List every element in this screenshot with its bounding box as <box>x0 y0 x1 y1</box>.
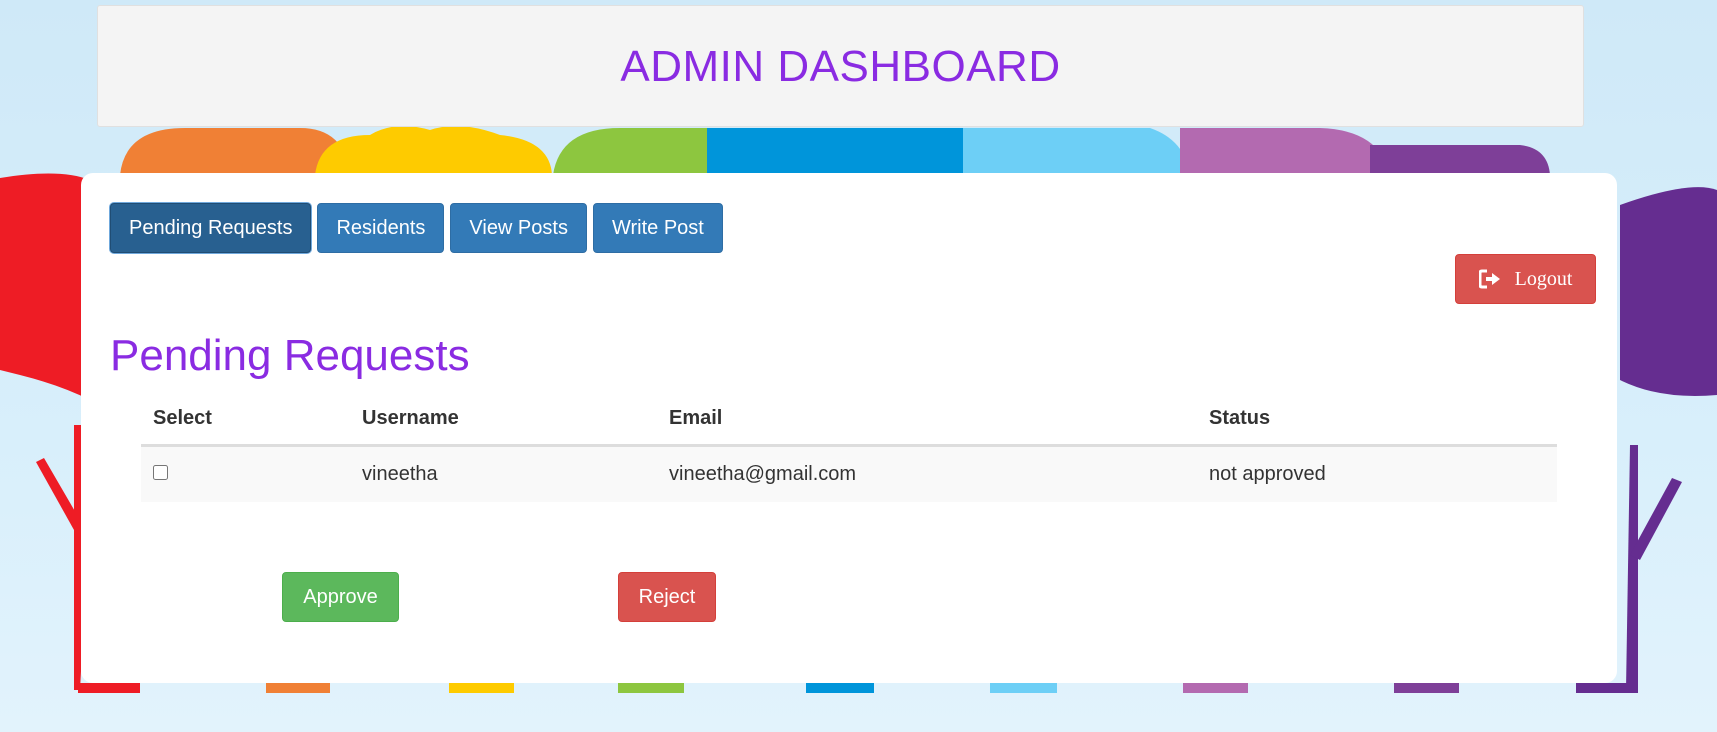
logout-button[interactable]: Logout <box>1455 254 1596 304</box>
select-cell <box>141 446 350 503</box>
table-header-row: Select Username Email Status <box>141 393 1557 447</box>
row-select-checkbox[interactable] <box>153 465 168 480</box>
email-cell: vineetha@gmail.com <box>669 463 857 485</box>
status-cell: not approved <box>1209 463 1326 485</box>
sign-out-icon <box>1478 269 1500 289</box>
approve-button[interactable]: Approve <box>282 572 399 622</box>
nav-tabs: Pending Requests Residents View Posts Wr… <box>110 203 723 253</box>
tab-residents[interactable]: Residents <box>317 203 445 253</box>
reject-button[interactable]: Reject <box>618 572 716 622</box>
page-header: ADMIN DASHBOARD <box>97 5 1584 127</box>
tab-write-post[interactable]: Write Post <box>592 203 723 253</box>
logout-label: Logout <box>1514 267 1573 290</box>
table-row: vineetha vineetha@gmail.com not approved <box>141 445 1557 503</box>
tab-pending-requests[interactable]: Pending Requests <box>110 203 312 253</box>
username-cell: vineetha <box>362 463 438 485</box>
column-header-email: Email <box>657 393 1197 447</box>
pending-requests-table: Select Username Email Status vineetha vi… <box>141 393 1557 502</box>
column-header-select: Select <box>141 393 350 447</box>
section-title: Pending Requests <box>110 331 470 380</box>
column-header-status: Status <box>1197 393 1557 447</box>
column-header-username: Username <box>350 393 657 447</box>
tab-view-posts[interactable]: View Posts <box>450 203 587 253</box>
dashboard-title: ADMIN DASHBOARD <box>620 42 1061 91</box>
main-panel: Pending Requests Residents View Posts Wr… <box>81 173 1617 683</box>
